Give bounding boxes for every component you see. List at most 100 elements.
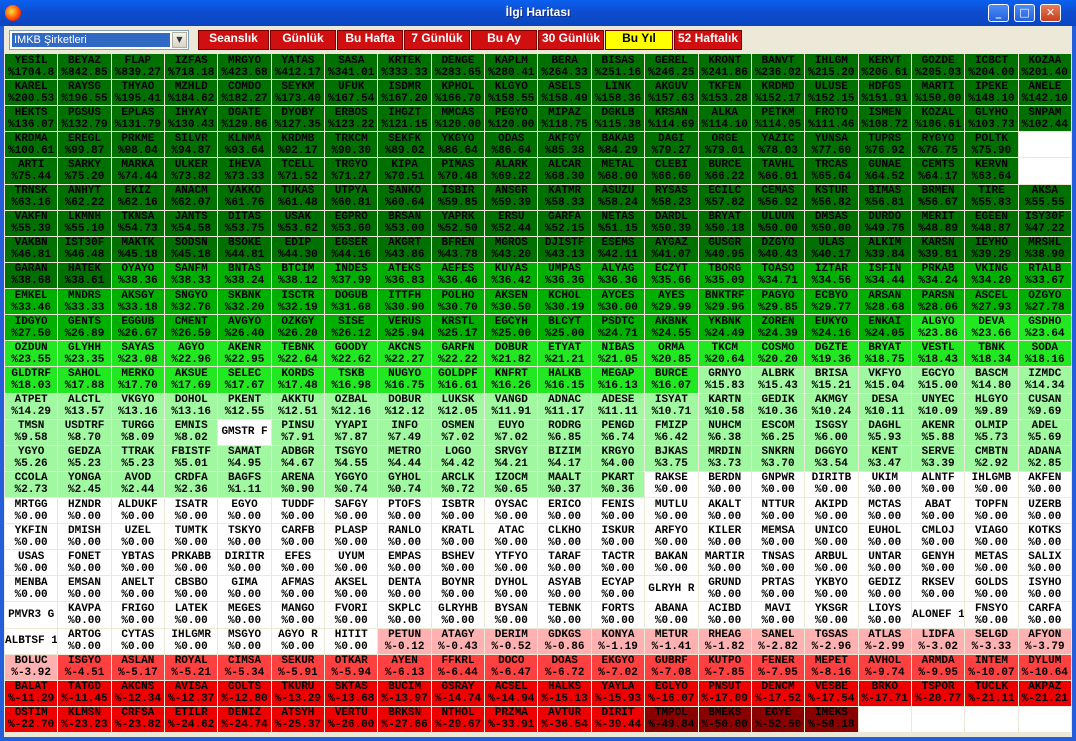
heatmap-cell[interactable]: BUCIM %-13.97: [378, 680, 431, 706]
heatmap-cell[interactable]: VAKKO %61.76: [218, 184, 271, 210]
heatmap-cell[interactable]: MUTLU %0.00: [645, 497, 698, 524]
heatmap-cell[interactable]: TSKB %16.98: [325, 367, 378, 393]
heatmap-cell[interactable]: DMSAS %50.00: [805, 210, 858, 236]
heatmap-cell[interactable]: TACTR %0.00: [591, 550, 645, 576]
heatmap-cell[interactable]: CCOLA %2.73: [5, 471, 58, 497]
heatmap-cell[interactable]: YGGYO %0.74: [325, 471, 378, 497]
heatmap-cell[interactable]: OYSAC %0.00: [485, 497, 538, 524]
heatmap-cell[interactable]: GARFN %22.22: [431, 341, 485, 367]
heatmap-cell[interactable]: ATLAS %-2.99: [858, 628, 911, 654]
heatmap-cell[interactable]: DIRIT %-39.44: [591, 706, 645, 732]
heatmap-cell[interactable]: YKGYO %86.64: [431, 132, 485, 158]
heatmap-cell[interactable]: FENIS %0.00: [591, 497, 645, 524]
heatmap-cell[interactable]: ALCTL %13.57: [58, 393, 111, 419]
heatmap-cell[interactable]: ARTOG %0.00: [58, 628, 111, 654]
heatmap-cell[interactable]: TKURU %-13.29: [271, 680, 325, 706]
heatmap-cell[interactable]: THYAO %195.41: [111, 80, 165, 106]
heatmap-cell[interactable]: TRNSK %63.16: [5, 184, 58, 210]
heatmap-cell[interactable]: YESİL %1704.8: [5, 54, 58, 80]
heatmap-cell[interactable]: EFES %0.00: [271, 550, 325, 576]
heatmap-cell[interactable]: OSMEN %7.02: [431, 419, 485, 445]
heatmap-cell[interactable]: ISFIN %34.44: [858, 262, 911, 289]
heatmap-cell[interactable]: EGYE %-52.50: [751, 706, 805, 732]
heatmap-cell[interactable]: ANHYT %62.22: [58, 184, 111, 210]
heatmap-cell[interactable]: OZBAL %12.16: [325, 393, 378, 419]
heatmap-cell[interactable]: DOAS %-6.72: [538, 654, 591, 680]
heatmap-cell[interactable]: ICBCT %204.00: [965, 54, 1018, 80]
heatmap-cell[interactable]: DZGYO %40.43: [751, 236, 805, 262]
heatmap-cell[interactable]: DJISTF %43.13: [538, 236, 591, 262]
heatmap-cell[interactable]: YAYLA %-15.93: [591, 680, 645, 706]
heatmap-cell[interactable]: BASCM %14.80: [965, 367, 1018, 393]
period-tab-30-g-nl-k[interactable]: 30 Günlük: [538, 30, 604, 50]
heatmap-cell[interactable]: DENCM %-17.52: [751, 680, 805, 706]
heatmap-cell[interactable]: BRSAN %53.00: [378, 210, 431, 236]
period-tab-seansl-k[interactable]: Seanslık: [198, 30, 269, 50]
heatmap-cell[interactable]: TURGG %8.09: [111, 419, 165, 445]
heatmap-cell[interactable]: MANGO %0.00: [271, 602, 325, 628]
heatmap-cell[interactable]: IEYHO %39.29: [965, 236, 1018, 262]
heatmap-cell[interactable]: TSGYO %4.55: [325, 445, 378, 471]
heatmap-cell[interactable]: USDTRF %8.70: [58, 419, 111, 445]
heatmap-cell[interactable]: SKTAS %-13.68: [325, 680, 378, 706]
heatmap-cell[interactable]: MRGYO %423.68: [218, 54, 271, 80]
heatmap-cell[interactable]: GSDHO %23.64: [1018, 315, 1071, 341]
heatmap-cell[interactable]: ORMA %20.85: [645, 341, 698, 367]
heatmap-cell[interactable]: UNYEC %10.09: [911, 393, 965, 419]
heatmap-cell[interactable]: FLAP %839.27: [111, 54, 165, 80]
heatmap-cell[interactable]: IHLGM %215.20: [805, 54, 858, 80]
heatmap-cell[interactable]: ERBOS %123.22: [325, 106, 378, 132]
heatmap-cell[interactable]: COSMO %20.20: [751, 341, 805, 367]
heatmap-cell[interactable]: BSHEV %0.00: [431, 550, 485, 576]
heatmap-cell[interactable]: KSTUR %56.82: [805, 184, 858, 210]
heatmap-cell[interactable]: MARTI %150.00: [911, 80, 965, 106]
heatmap-cell[interactable]: EGCYH %25.00: [485, 315, 538, 341]
heatmap-cell[interactable]: FNSYO %0.00: [965, 602, 1018, 628]
heatmap-cell[interactable]: AKSGY %33.18: [111, 289, 165, 315]
heatmap-cell[interactable]: RANLO %0.00: [378, 524, 431, 550]
heatmap-cell[interactable]: DGKLB %115.38: [591, 106, 645, 132]
heatmap-cell[interactable]: SARKY %75.20: [58, 158, 111, 184]
heatmap-cell[interactable]: AVHOL %-9.74: [858, 654, 911, 680]
heatmap-cell[interactable]: RYGYO %76.75: [911, 132, 965, 158]
heatmap-cell[interactable]: ADNAC %11.17: [538, 393, 591, 419]
heatmap-cell[interactable]: ISCTR %32.19: [271, 289, 325, 315]
heatmap-cell[interactable]: VESTL %18.43: [911, 341, 965, 367]
heatmap-cell[interactable]: USAS %0.00: [5, 550, 58, 576]
heatmap-cell[interactable]: PEGYO %120.00: [485, 106, 538, 132]
heatmap-cell[interactable]: KRSTL %25.17: [431, 315, 485, 341]
heatmap-cell[interactable]: GLYHH %23.35: [58, 341, 111, 367]
heatmap-cell[interactable]: ZOREN %24.39: [751, 315, 805, 341]
heatmap-cell[interactable]: YATAS %412.17: [271, 54, 325, 80]
heatmap-cell[interactable]: INTEM %-10.07: [965, 654, 1018, 680]
heatmap-cell[interactable]: YKBNK %24.49: [698, 315, 751, 341]
heatmap-cell[interactable]: METUR %-1.41: [645, 628, 698, 654]
heatmap-cell[interactable]: SELEC %17.67: [218, 367, 271, 393]
heatmap-cell[interactable]: TUPRS %76.92: [858, 132, 911, 158]
heatmap-cell[interactable]: HITIT %0.00: [325, 628, 378, 654]
heatmap-cell[interactable]: VAKBN %46.81: [5, 236, 58, 262]
heatmap-cell[interactable]: GOLDS %0.00: [965, 576, 1018, 602]
heatmap-cell[interactable]: ASCEL %27.93: [965, 289, 1018, 315]
heatmap-cell[interactable]: PMVR3 G: [5, 602, 58, 628]
heatmap-cell[interactable]: CMENT %26.59: [165, 315, 218, 341]
heatmap-cell[interactable]: IST30F %46.48: [58, 236, 111, 262]
heatmap-cell[interactable]: BERDN %0.00: [698, 471, 751, 497]
heatmap-cell[interactable]: COMDO %182.27: [218, 80, 271, 106]
heatmap-cell[interactable]: LINK %158.36: [591, 80, 645, 106]
heatmap-cell[interactable]: ERSU %52.44: [485, 210, 538, 236]
heatmap-cell[interactable]: ISKUR %0.00: [591, 524, 645, 550]
heatmap-cell[interactable]: SAFGY %0.00: [325, 497, 378, 524]
heatmap-cell[interactable]: SISE %26.12: [325, 315, 378, 341]
heatmap-cell[interactable]: SEYKM %173.40: [271, 80, 325, 106]
heatmap-cell[interactable]: KUTPO %-7.85: [698, 654, 751, 680]
heatmap-cell[interactable]: ULUUN %50.00: [751, 210, 805, 236]
heatmap-cell[interactable]: PRKABB %0.00: [165, 550, 218, 576]
heatmap-cell[interactable]: AKMGY %10.24: [805, 393, 858, 419]
heatmap-cell[interactable]: BAKAN %0.00: [645, 550, 698, 576]
heatmap-cell[interactable]: KRONT %241.86: [698, 54, 751, 80]
heatmap-cell[interactable]: ARBUL %0.00: [805, 550, 858, 576]
heatmap-cell[interactable]: TUCLK %-21.11: [965, 680, 1018, 706]
heatmap-cell[interactable]: GRNYO %15.83: [698, 367, 751, 393]
heatmap-cell[interactable]: AVGYO %26.40: [218, 315, 271, 341]
